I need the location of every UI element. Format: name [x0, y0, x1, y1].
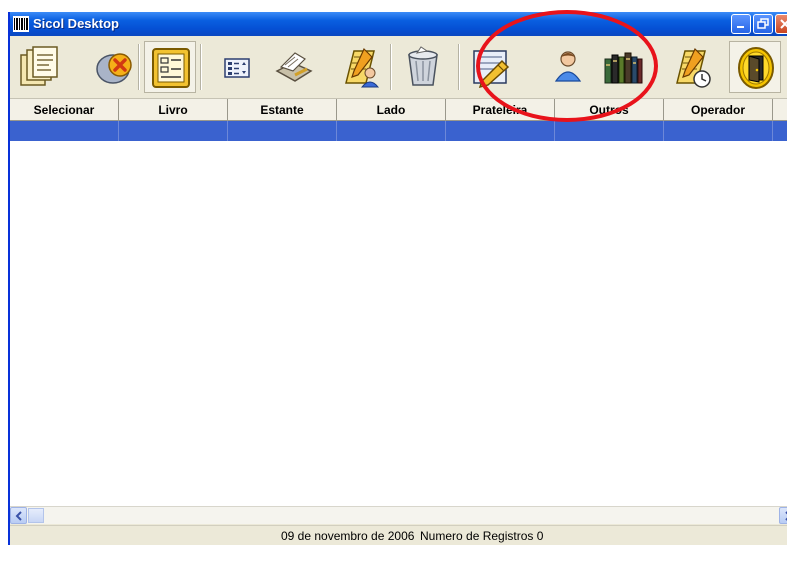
books-button[interactable]	[597, 41, 649, 93]
close-icon	[780, 19, 787, 29]
user-icon	[554, 51, 582, 82]
form-button[interactable]	[144, 41, 196, 93]
close-button[interactable]	[775, 14, 787, 34]
grid-cell[interactable]	[555, 121, 664, 141]
print-stack-icon	[275, 52, 313, 82]
exit-button[interactable]	[729, 41, 781, 93]
column-header-lado[interactable]: Lado	[337, 99, 446, 121]
arrow-right-icon	[785, 511, 787, 521]
edit-user-button[interactable]	[334, 41, 386, 93]
app-window: Sicol Desktop Selecionar Livro Estante L…	[8, 12, 787, 545]
delete-button[interactable]	[89, 41, 141, 93]
column-header-estante[interactable]: Estante	[228, 99, 337, 121]
minimize-icon	[737, 26, 744, 28]
window-title: Sicol Desktop	[33, 16, 119, 31]
trash-button[interactable]	[397, 41, 449, 93]
column-header-operador[interactable]: Operador	[664, 99, 773, 121]
user-button[interactable]	[542, 41, 594, 93]
arrow-left-icon	[15, 511, 22, 521]
app-barcode-icon	[13, 16, 29, 32]
restore-button[interactable]	[753, 14, 773, 34]
report-button[interactable]	[464, 41, 516, 93]
toolbar	[10, 36, 787, 99]
documents-icon	[20, 46, 58, 86]
toolbar-separator	[200, 44, 202, 90]
grid-cell[interactable]	[10, 121, 119, 141]
grid-cell[interactable]	[773, 121, 787, 141]
minimize-button[interactable]	[731, 14, 751, 34]
list-select-icon	[224, 58, 250, 78]
toolbar-separator	[390, 44, 392, 90]
grid-cell[interactable]	[446, 121, 555, 141]
trash-icon	[408, 46, 438, 86]
status-date: 09 de novembro de 2006	[281, 529, 415, 543]
new-record-button[interactable]	[13, 41, 65, 93]
column-header-outros[interactable]: Outros	[555, 99, 664, 121]
column-header-selecionar[interactable]: Selecionar	[10, 99, 119, 121]
grid-cell[interactable]	[119, 121, 228, 141]
data-grid[interactable]: Selecionar Livro Estante Lado Prateleira…	[10, 99, 787, 506]
grid-cell[interactable]	[664, 121, 773, 141]
scroll-left-button[interactable]	[10, 507, 27, 524]
list-options-button[interactable]	[211, 41, 263, 93]
toolbar-separator	[458, 44, 460, 90]
books-icon	[604, 52, 643, 84]
grid-header: Selecionar Livro Estante Lado Prateleira…	[10, 99, 787, 121]
form-list-icon	[152, 48, 190, 88]
status-record-count: Numero de Registros 0	[420, 529, 544, 543]
scroll-right-button[interactable]	[779, 507, 787, 524]
notepad-clock-icon	[676, 47, 711, 88]
column-header-livro[interactable]: Livro	[119, 99, 228, 121]
column-header-prateleira[interactable]: Prateleira	[446, 99, 555, 121]
status-bar: 09 de novembro de 2006 Numero de Registr…	[10, 525, 787, 545]
history-button[interactable]	[665, 41, 717, 93]
toolbar-separator	[138, 44, 140, 90]
print-button[interactable]	[267, 41, 319, 93]
restore-icon	[757, 18, 769, 29]
horizontal-scrollbar[interactable]	[10, 506, 787, 524]
grid-cell[interactable]	[228, 121, 337, 141]
column-header-filler	[773, 99, 787, 121]
delete-x-icon	[96, 53, 132, 84]
report-edit-icon	[473, 50, 510, 89]
selected-row[interactable]	[10, 121, 787, 141]
exit-door-icon	[738, 47, 774, 89]
grid-cell[interactable]	[337, 121, 446, 141]
title-bar[interactable]: Sicol Desktop	[10, 12, 787, 36]
scroll-thumb[interactable]	[28, 508, 44, 523]
notepad-user-icon	[345, 47, 380, 88]
